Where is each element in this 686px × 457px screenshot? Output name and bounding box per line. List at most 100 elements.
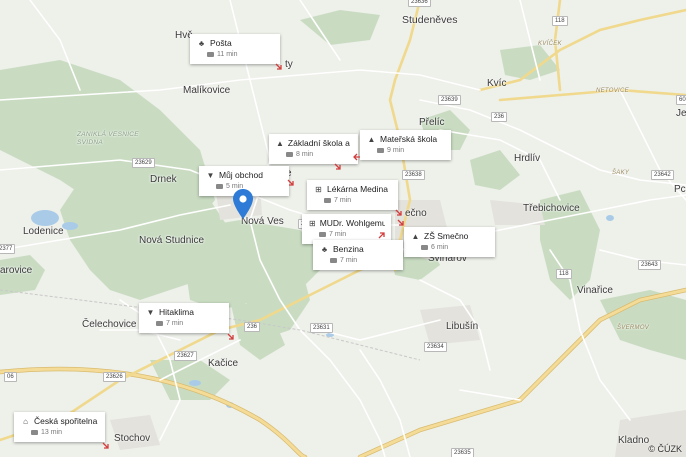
- road-number: 118: [552, 16, 568, 26]
- place-kvic: Kvíc: [487, 78, 507, 89]
- place-studeneves: Studeněves: [402, 14, 458, 26]
- poi-card-zakladni-skola[interactable]: ▲Základní škola a ... 8 min: [269, 134, 358, 164]
- poi-card-hitaklima[interactable]: ▼ Hitaklima 7 min: [139, 303, 229, 333]
- poi-name: Základní škola a ...: [287, 138, 352, 148]
- direction-arrow-icon: [395, 209, 402, 216]
- bank-icon: ⌂: [23, 416, 28, 426]
- road-number: 236: [244, 322, 261, 332]
- road-number: 23627: [174, 351, 197, 361]
- post-office-icon: ♣: [198, 38, 205, 48]
- place-lodenice: Lodenice: [23, 226, 64, 237]
- place-ty: ty: [285, 59, 293, 70]
- car-icon: [377, 148, 384, 153]
- road-number: 23643: [638, 260, 661, 270]
- pharmacy-icon: ⊞: [315, 184, 322, 194]
- car-icon: [156, 321, 163, 326]
- poi-name: Pošta: [210, 38, 232, 48]
- place-hrdliv: Hrdlív: [514, 153, 541, 164]
- road-number: 23639: [438, 95, 461, 105]
- road-number: 2377: [0, 244, 16, 254]
- poi-name: Můj obchod: [219, 170, 263, 180]
- poi-travel-time: 7 min: [340, 257, 358, 264]
- place-celechovice: Čelechovice: [82, 319, 137, 330]
- school-icon: ▲: [367, 134, 376, 144]
- road-number: 607: [676, 95, 686, 105]
- poi-card-lekarna-medina[interactable]: ⊞ Lékárna Medina 7 min: [307, 180, 398, 210]
- poi-card-materska-skola[interactable]: ▲ Mateřská škola 9 min: [360, 130, 451, 160]
- poi-name: Česká spořitelna: [34, 416, 98, 426]
- poi-name: Hitaklima: [159, 307, 194, 317]
- road-number: 23636: [408, 0, 431, 7]
- doctor-icon: ⊞: [309, 218, 316, 228]
- place-malikovice: Malíkovice: [183, 85, 231, 96]
- poi-card-posta[interactable]: ♣ Pošta 11 min: [190, 34, 280, 64]
- poi-travel-time: 6 min: [431, 244, 449, 251]
- car-icon: [216, 184, 223, 189]
- road-number: 236: [491, 112, 508, 122]
- place-stochov: Stochov: [114, 433, 151, 444]
- poi-travel-time: 7 min: [334, 197, 352, 204]
- road-number: 23631: [310, 323, 333, 333]
- direction-arrow-icon: [102, 442, 109, 449]
- direction-arrow-icon: [287, 179, 294, 186]
- map-copyright: © ČÚZK: [648, 444, 682, 454]
- school-icon: ▲: [411, 231, 420, 241]
- poi-card-zs-smecno[interactable]: ▲ ZŠ Smečno 6 min: [404, 227, 495, 257]
- place-kladno: Kladno: [618, 435, 650, 446]
- place-kvicek: KVÍČEK: [538, 41, 562, 47]
- direction-arrow-icon: [378, 232, 385, 239]
- poi-travel-time: 7 min: [166, 320, 184, 327]
- place-trebichovice: Třebichovice: [523, 203, 580, 214]
- road-number: 23634: [424, 342, 447, 352]
- map-view[interactable]: Studeněves Hvě ty Malíkovice Kvíc KVÍČEK…: [0, 0, 686, 457]
- direction-arrow-icon: [397, 219, 404, 226]
- road-number: 118: [556, 269, 572, 279]
- car-icon: [421, 245, 428, 250]
- poi-travel-time: 8 min: [296, 151, 314, 158]
- poi-travel-time: 9 min: [387, 147, 405, 154]
- road-number: 23626: [103, 372, 126, 382]
- area-zanikla-vesnice: ZANIKLÁ VESNICE SVIDNA: [77, 131, 139, 146]
- car-icon: [207, 52, 214, 57]
- road-number: 06: [4, 372, 17, 382]
- place-jem: Jem: [676, 108, 686, 119]
- location-pin-icon[interactable]: [233, 189, 253, 219]
- poi-travel-time: 13 min: [41, 429, 63, 436]
- car-icon: [330, 258, 337, 263]
- road-number: 23635: [451, 448, 474, 457]
- road-number: 23638: [402, 170, 425, 180]
- poi-name: Mateřská škola: [380, 134, 438, 144]
- place-nova-studnice: Nová Studnice: [139, 235, 205, 246]
- direction-arrow-icon: [334, 163, 341, 170]
- poi-name: Benzina: [333, 244, 364, 254]
- poi-card-benzina[interactable]: ♣ Benzina 7 min: [313, 240, 403, 270]
- poi-travel-time: 7 min: [329, 231, 347, 238]
- place-libusin: Libušín: [446, 321, 479, 332]
- area-svermov: ŠVERMOV: [617, 325, 650, 331]
- place-prelic: Přelíc: [419, 117, 445, 128]
- direction-arrow-icon: [353, 153, 360, 161]
- poi-name: MUDr. Wohlgemu...: [319, 218, 385, 228]
- place-kacice: Kačice: [208, 358, 239, 369]
- place-arovice: arovice: [0, 265, 33, 276]
- poi-card-ceska-sporitelna[interactable]: ⌂ Česká spořitelna 13 min: [14, 412, 105, 442]
- place-drnek: Drnek: [150, 174, 177, 185]
- direction-arrow-icon: [275, 63, 282, 70]
- car-icon: [286, 152, 293, 157]
- place-vinarice: Vinařice: [577, 285, 613, 296]
- gas-station-icon: ♣: [321, 244, 328, 254]
- road-number: 23642: [651, 170, 674, 180]
- direction-arrow-icon: [227, 333, 234, 340]
- school-icon: ▲: [276, 138, 284, 148]
- area-saky: ŠAKY: [612, 170, 630, 176]
- car-icon: [31, 430, 38, 435]
- place-netovice: NETOVICE: [596, 88, 629, 94]
- shopping-cart-icon: ▼: [206, 170, 215, 180]
- poi-name: Lékárna Medina: [327, 184, 388, 194]
- car-icon: [319, 232, 326, 237]
- car-icon: [324, 198, 331, 203]
- poi-travel-time: 11 min: [217, 51, 238, 58]
- road-number: 23629: [132, 158, 155, 168]
- place-smecno: ečno: [405, 208, 427, 219]
- shopping-cart-icon: ▼: [146, 307, 155, 317]
